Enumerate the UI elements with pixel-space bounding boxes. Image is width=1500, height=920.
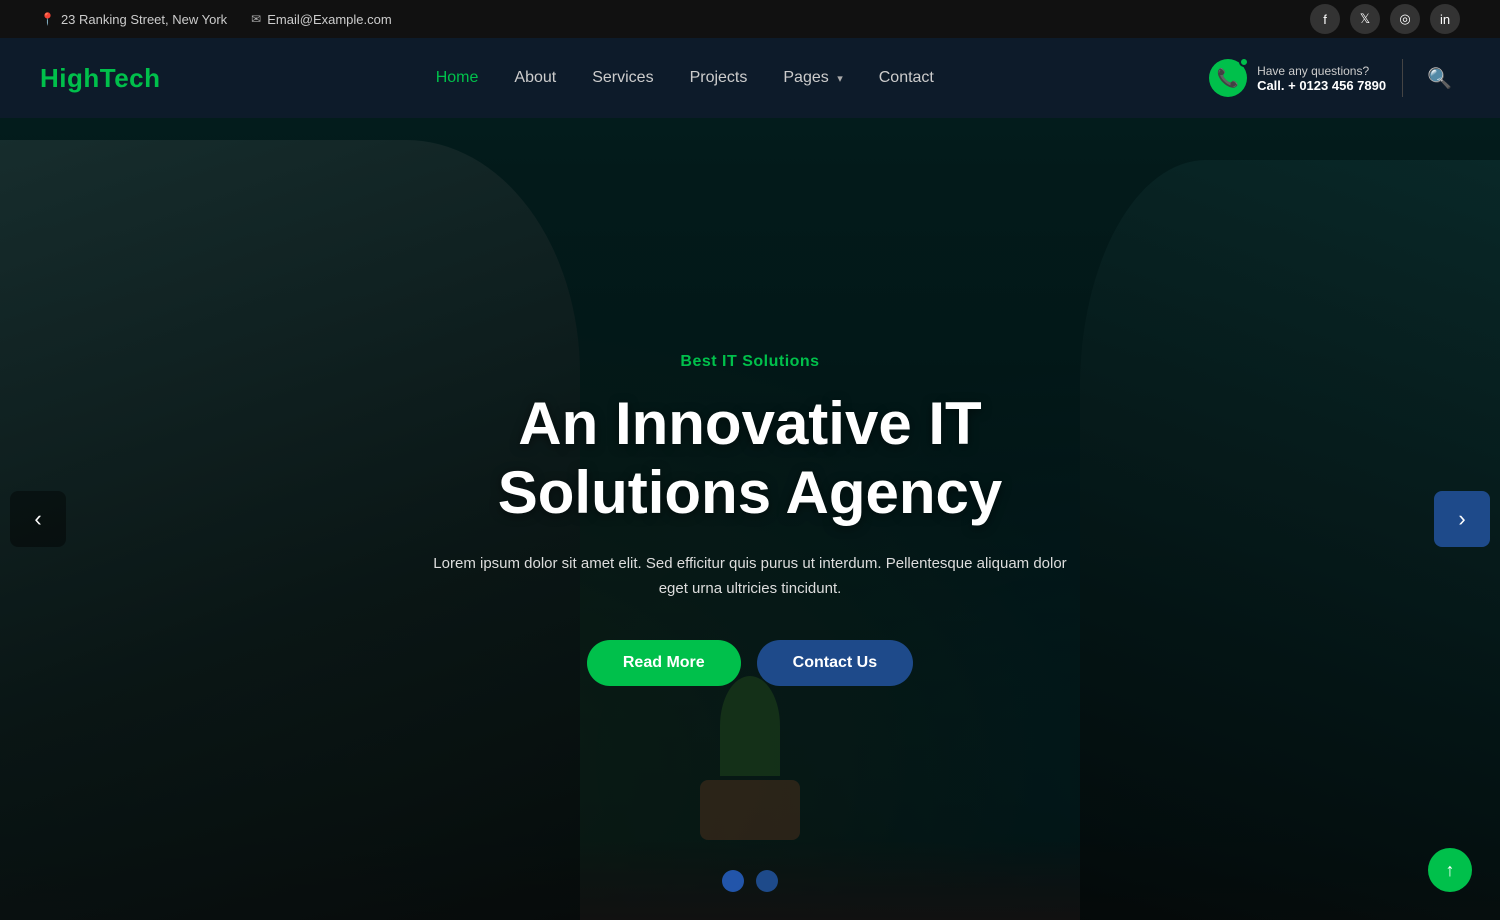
center-plant-area	[660, 676, 840, 840]
phone-text: Have any questions? Call. + 0123 456 789…	[1257, 64, 1386, 93]
nav-link-home[interactable]: Home	[436, 69, 479, 86]
address-text: 23 Ranking Street, New York	[61, 12, 227, 27]
social-icons: f 𝕏 ◎ in	[1310, 4, 1460, 34]
address-item: 📍 23 Ranking Street, New York	[40, 12, 227, 27]
nav-link-contact[interactable]: Contact	[879, 69, 934, 86]
email-text: Email@Example.com	[267, 12, 391, 27]
hero-description: Lorem ipsum dolor sit amet elit. Sed eff…	[430, 551, 1070, 602]
nav-item-about[interactable]: About	[514, 69, 556, 87]
twitter-icon[interactable]: 𝕏	[1350, 4, 1380, 34]
nav-link-about[interactable]: About	[514, 69, 556, 86]
hero-section: Best IT Solutions An Innovative IT Solut…	[0, 118, 1500, 920]
chevron-down-icon: ▾	[837, 73, 843, 85]
hero-buttons: Read More Contact Us	[380, 640, 1120, 686]
slider-prev-button[interactable]: ‹	[10, 491, 66, 547]
logo-part2: Tech	[100, 63, 161, 93]
scroll-to-top-button[interactable]: ↑	[1428, 848, 1472, 892]
email-item: ✉ Email@Example.com	[251, 12, 392, 27]
navbar: HighTech Home About Services Projects Pa…	[0, 38, 1500, 118]
nav-links: Home About Services Projects Pages ▾ Con…	[436, 69, 934, 87]
top-bar: 📍 23 Ranking Street, New York ✉ Email@Ex…	[0, 0, 1500, 38]
logo: HighTech	[40, 63, 161, 94]
linkedin-icon[interactable]: in	[1430, 4, 1460, 34]
hero-content: Best IT Solutions An Innovative IT Solut…	[360, 353, 1140, 686]
search-button[interactable]: 🔍	[1419, 62, 1460, 95]
hero-tag: Best IT Solutions	[380, 353, 1120, 371]
nav-link-projects[interactable]: Projects	[690, 69, 748, 86]
facebook-icon[interactable]: f	[1310, 4, 1340, 34]
slider-dot-2[interactable]	[756, 870, 778, 892]
hero-title: An Innovative IT Solutions Agency	[380, 389, 1120, 527]
phone-block: 📞 Have any questions? Call. + 0123 456 7…	[1209, 59, 1403, 97]
slider-next-button[interactable]: ›	[1434, 491, 1490, 547]
slider-dots	[722, 870, 778, 892]
nav-right: 📞 Have any questions? Call. + 0123 456 7…	[1209, 59, 1460, 97]
nav-item-contact[interactable]: Contact	[879, 69, 934, 87]
nav-item-projects[interactable]: Projects	[690, 69, 748, 87]
chat-indicator	[1239, 57, 1249, 67]
logo-part1: High	[40, 63, 100, 93]
slider-dot-1[interactable]	[722, 870, 744, 892]
top-bar-left: 📍 23 Ranking Street, New York ✉ Email@Ex…	[40, 12, 392, 27]
location-icon: 📍	[40, 12, 55, 26]
read-more-button[interactable]: Read More	[587, 640, 741, 686]
instagram-icon[interactable]: ◎	[1390, 4, 1420, 34]
contact-us-button[interactable]: Contact Us	[757, 640, 913, 686]
phone-number: Call. + 0123 456 7890	[1257, 78, 1386, 93]
nav-item-pages[interactable]: Pages ▾	[783, 69, 842, 87]
nav-item-home[interactable]: Home	[436, 69, 479, 87]
nav-link-services[interactable]: Services	[592, 69, 653, 86]
nav-link-pages[interactable]: Pages ▾	[783, 69, 842, 86]
email-icon: ✉	[251, 12, 261, 26]
nav-item-services[interactable]: Services	[592, 69, 653, 87]
phone-icon: 📞	[1209, 59, 1247, 97]
